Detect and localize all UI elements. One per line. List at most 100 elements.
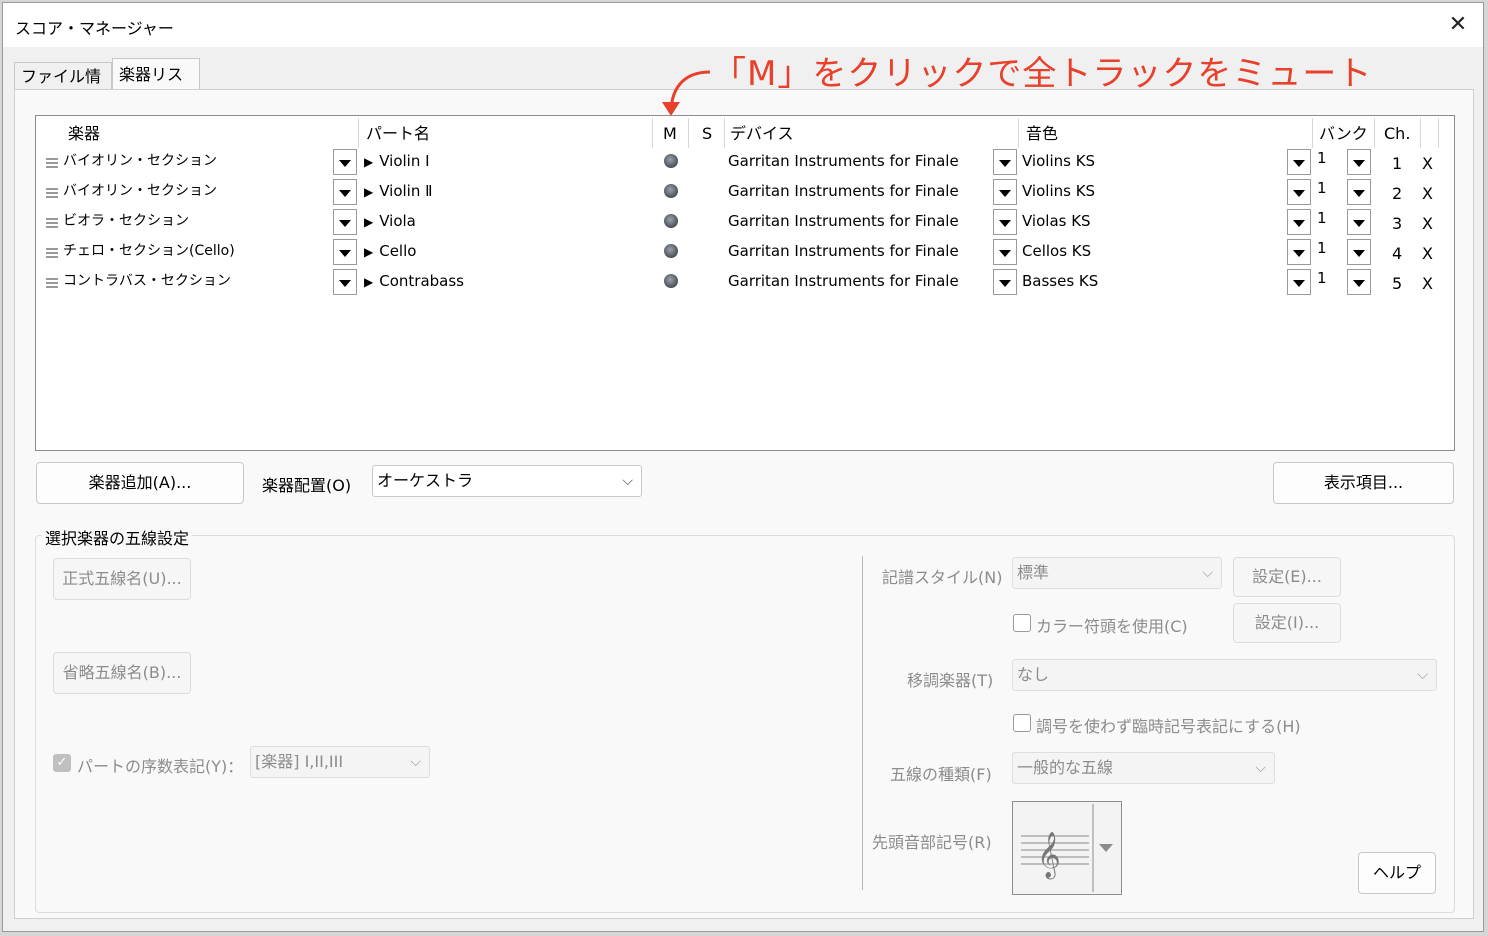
color-settings-button[interactable]: 設定(I)... [1233,603,1341,643]
treble-clef-icon: 𝄞 [1021,804,1113,892]
abbr-staff-name-button[interactable]: 省略五線名(B)... [53,652,191,694]
bank-dropdown[interactable] [1347,209,1371,235]
bank-dropdown[interactable] [1347,269,1371,295]
bank-value: 1 [1317,239,1327,257]
col-header-mute[interactable]: M [663,120,677,148]
delete-row-button[interactable]: X [1422,239,1433,269]
device-name: Garritan Instruments for Finale [728,242,959,260]
drag-handle-icon[interactable] [46,158,58,168]
table-row[interactable]: ビオラ・セクション ▶ Viola Garritan Instruments fo… [36,206,1454,236]
sound-dropdown[interactable] [1287,209,1311,235]
bank-value: 1 [1317,269,1327,287]
col-divider [1312,118,1313,148]
col-divider [1438,118,1439,148]
col-header-solo[interactable]: S [702,120,712,148]
transposition-value: なし [1017,665,1050,684]
notation-style-select[interactable]: 標準 ⌵ [1012,557,1222,589]
clef-selector[interactable]: 𝄞 [1012,801,1122,895]
device-name: Garritan Instruments for Finale [728,152,959,170]
tab-file-info[interactable]: ファイル情報 [14,62,112,114]
part-ordinal-select[interactable]: [楽器] I,II,III ⌵ [250,746,430,778]
sound-dropdown[interactable] [1287,149,1311,175]
transposition-select[interactable]: なし ⌵ [1012,659,1437,691]
delete-row-button[interactable]: X [1422,179,1433,209]
expand-triangle-icon[interactable]: ▶ [364,275,373,289]
arrangement-label: 楽器配置(O) [262,476,352,495]
table-row[interactable]: バイオリン・セクション ▶ Violin Ⅱ Garritan Instrumen… [36,176,1454,206]
device-dropdown[interactable] [993,149,1017,175]
mute-toggle[interactable] [664,184,678,198]
bank-dropdown[interactable] [1347,149,1371,175]
close-icon[interactable]: ✕ [1441,9,1475,41]
instrument-dropdown[interactable] [333,149,357,175]
device-dropdown[interactable] [993,179,1017,205]
mute-toggle[interactable] [664,274,678,288]
instrument-dropdown[interactable] [333,209,357,235]
col-divider [724,118,725,148]
drag-handle-icon[interactable] [46,188,58,198]
color-noteheads-checkbox[interactable] [1013,614,1031,632]
notation-settings-button[interactable]: 設定(E)... [1233,557,1341,597]
channel-value: 3 [1392,214,1403,233]
expand-triangle-icon[interactable]: ▶ [364,215,373,229]
table-row[interactable]: チェロ・セクション(Cello) ▶ Cello Garritan Instrum… [36,236,1454,266]
col-header-sound: 音色 [1026,124,1059,143]
col-header-channel: Ch. [1384,124,1411,143]
svg-text:𝄞: 𝄞 [1037,832,1061,880]
drag-handle-icon[interactable] [46,248,58,258]
table-row[interactable]: コントラバス・セクション ▶ Contrabass Garritan Instru… [36,266,1454,296]
expand-triangle-icon[interactable]: ▶ [364,245,373,259]
instrument-dropdown[interactable] [333,179,357,205]
device-dropdown[interactable] [993,269,1017,295]
arrangement-value: オーケストラ [377,471,474,490]
delete-row-button[interactable]: X [1422,209,1433,239]
col-divider [1420,118,1421,148]
tab-instrument-list[interactable]: 楽器リスト [112,58,200,116]
mute-toggle[interactable] [664,214,678,228]
instrument-name: チェロ・セクション(Cello) [63,243,235,259]
col-divider [688,118,689,148]
expand-triangle-icon[interactable]: ▶ [364,185,373,199]
accidentals-label: 調号を使わず臨時記号表記にする(H) [1036,717,1301,736]
bank-dropdown[interactable] [1347,239,1371,265]
device-name: Garritan Instruments for Finale [728,272,959,290]
instrument-dropdown[interactable] [333,239,357,265]
part-name: Cello [379,242,417,260]
full-staff-name-button[interactable]: 正式五線名(U)... [53,558,191,600]
sound-dropdown[interactable] [1287,269,1311,295]
sound-dropdown[interactable] [1287,179,1311,205]
expand-triangle-icon[interactable]: ▶ [364,155,373,169]
device-name: Garritan Instruments for Finale [728,182,959,200]
col-header-device: デバイス [730,124,794,143]
delete-row-button[interactable]: X [1422,149,1433,179]
mute-toggle[interactable] [664,244,678,258]
device-dropdown[interactable] [993,209,1017,235]
bank-dropdown[interactable] [1347,179,1371,205]
drag-handle-icon[interactable] [46,278,58,288]
mute-toggle[interactable] [664,154,678,168]
sound-name: Violins KS [1022,182,1096,200]
channel-value: 1 [1392,154,1403,173]
instrument-table: 楽器 パート名 M S デバイス 音色 バンク Ch. バイオリン・セクション … [35,115,1455,451]
part-ordinal-checkbox[interactable]: ✓ [53,754,71,772]
part-name: Contrabass [379,272,464,290]
table-row[interactable]: バイオリン・セクション ▶ Violin Ⅰ Garritan Instrumen… [36,146,1454,176]
sound-dropdown[interactable] [1287,239,1311,265]
instrument-dropdown[interactable] [333,269,357,295]
help-button[interactable]: ヘルプ [1358,852,1436,894]
delete-row-button[interactable]: X [1422,269,1433,299]
add-instrument-button[interactable]: 楽器追加(A)... [36,462,244,504]
accidentals-checkbox[interactable] [1013,714,1031,732]
bank-value: 1 [1317,149,1327,167]
display-items-button[interactable]: 表示項目... [1273,462,1454,504]
device-name: Garritan Instruments for Finale [728,212,959,230]
bank-value: 1 [1317,209,1327,227]
chevron-down-icon: ⌵ [1255,760,1266,776]
window-title: スコア・マネージャー [15,19,174,38]
col-divider [1018,118,1019,148]
staff-type-select[interactable]: 一般的な五線 ⌵ [1012,752,1275,784]
device-dropdown[interactable] [993,239,1017,265]
arrangement-select[interactable]: オーケストラ ⌵ [372,465,642,497]
staff-type-value: 一般的な五線 [1017,758,1114,777]
drag-handle-icon[interactable] [46,218,58,228]
